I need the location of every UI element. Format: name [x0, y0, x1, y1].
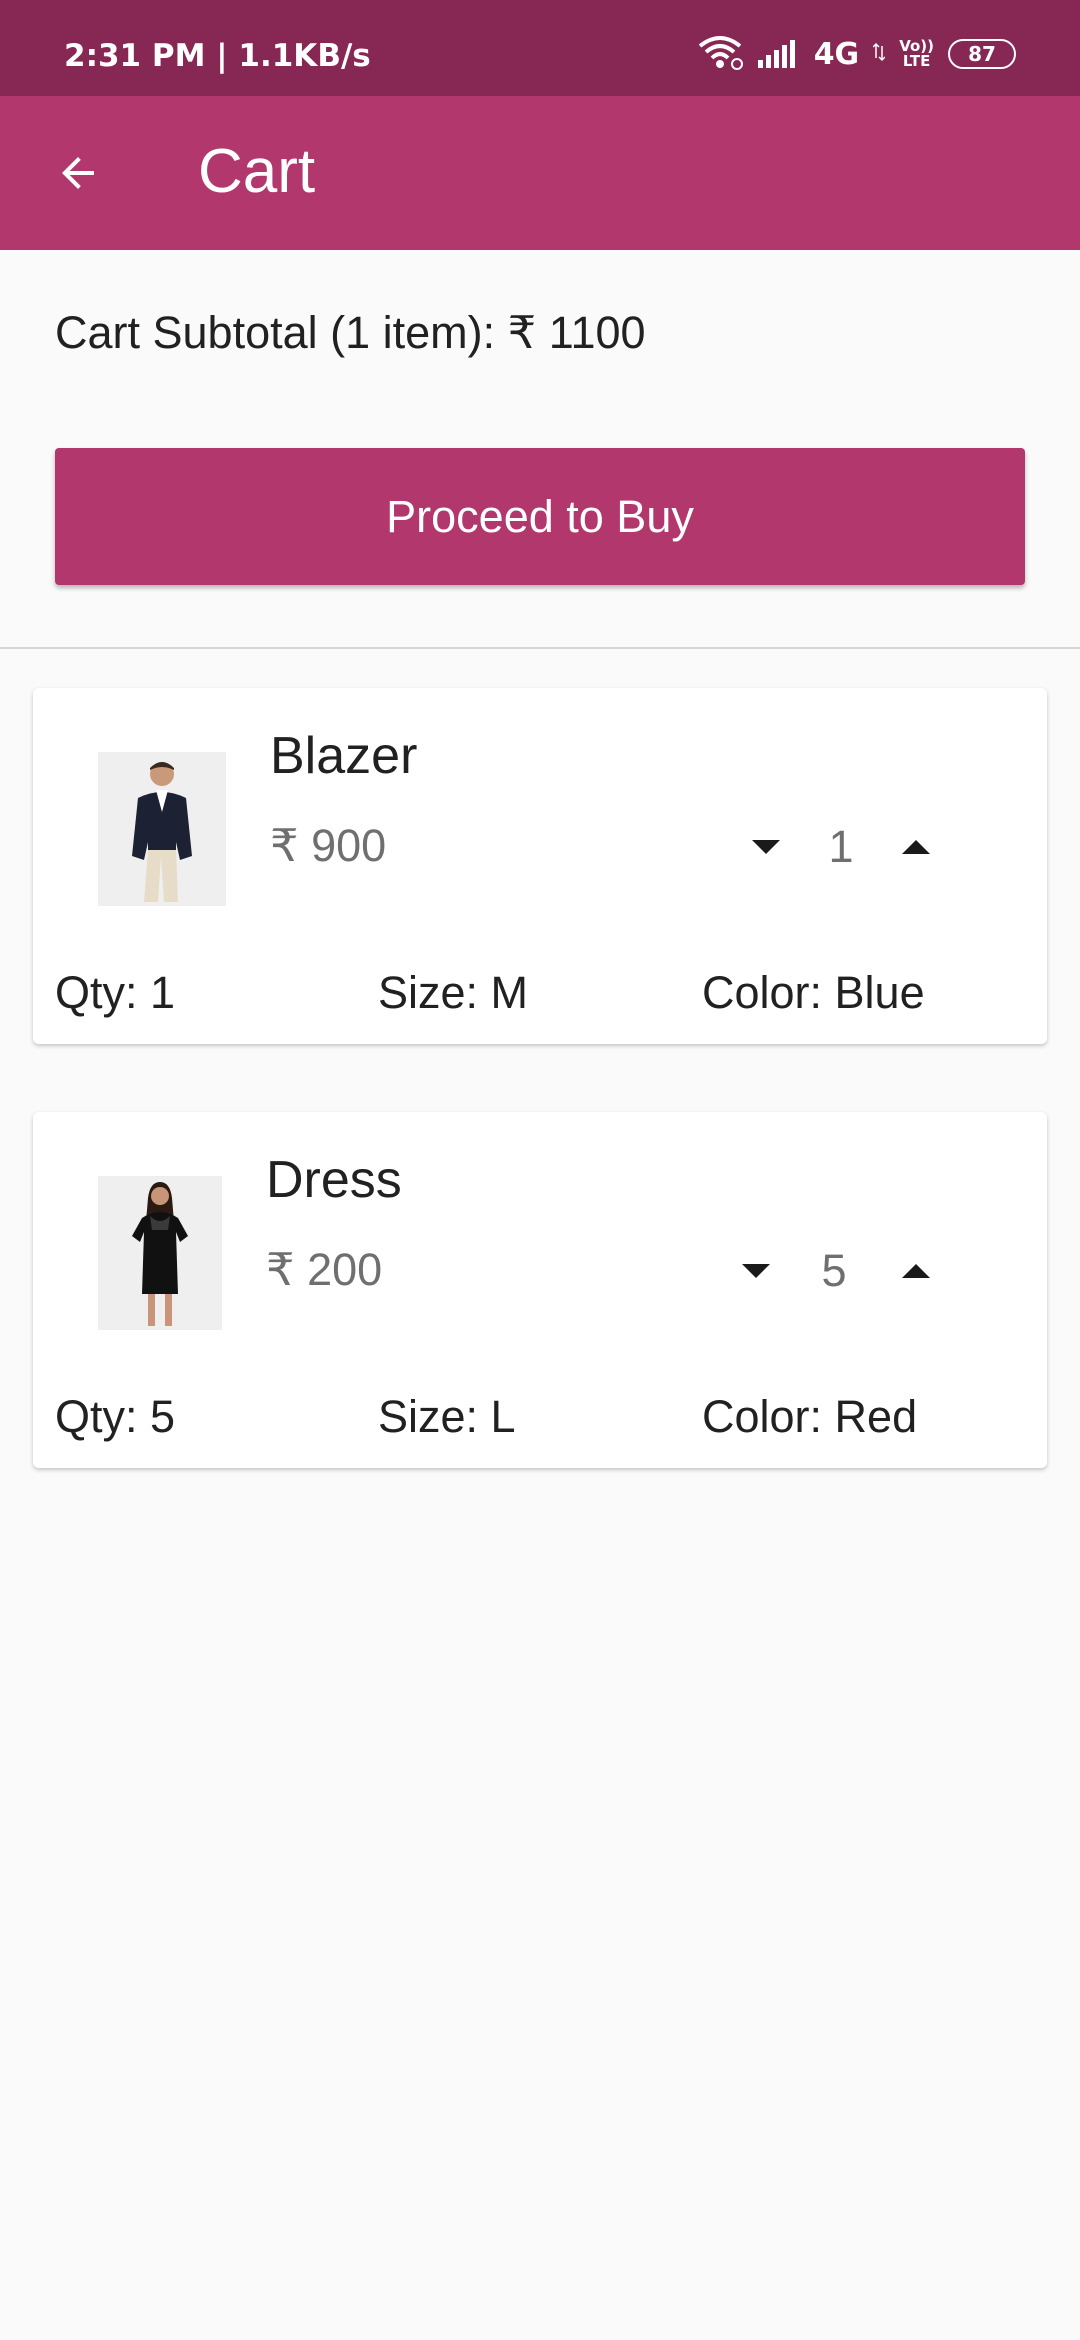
blazer-product-image [98, 752, 226, 906]
product-name: Dress [266, 1151, 402, 1209]
qty-increase-button[interactable] [881, 812, 951, 882]
arrow-back-icon [62, 157, 94, 189]
qty-label: Qty: 1 [55, 967, 176, 1018]
arrow-drop-down-icon [742, 1264, 770, 1278]
app-bar [0, 96, 1080, 250]
qty-label: Qty: 5 [55, 1391, 176, 1442]
page-title: Cart [198, 137, 316, 206]
status-bar: 2:31 PM | 1.1KB/s 4G Vo)) LTE 87 [0, 0, 1080, 96]
size-label: Size: L [378, 1391, 516, 1442]
qty-decrease-button[interactable] [731, 812, 801, 882]
status-time: 2:31 PM | 1.1KB/s [64, 38, 371, 74]
proceed-to-buy-button[interactable]: Proceed to Buy [55, 448, 1025, 585]
volte-indicator: Vo)) LTE [899, 37, 934, 70]
dress-product-image [98, 1176, 222, 1330]
wifi-icon [696, 34, 744, 75]
data-arrows-icon [872, 42, 886, 67]
arrow-drop-up-icon [902, 1264, 930, 1278]
color-label: Color: Red [702, 1391, 918, 1442]
product-price: ₹ 200 [266, 1244, 383, 1295]
cart-item-card: Dress ₹ 200 5 Qty: 5 Size: L Color: Red [33, 1112, 1047, 1468]
size-label: Size: M [378, 967, 529, 1018]
color-label: Color: Blue [702, 967, 925, 1018]
signal-icon [757, 36, 800, 73]
product-price: ₹ 900 [270, 820, 387, 871]
qty-value: 1 [828, 821, 854, 872]
back-button[interactable] [38, 133, 118, 213]
arrow-drop-up-icon [902, 840, 930, 854]
cart-item-card: Blazer ₹ 900 1 Qty: 1 Size: M Color: Blu… [33, 688, 1047, 1044]
qty-value: 5 [821, 1245, 847, 1296]
qty-increase-button[interactable] [881, 1236, 951, 1306]
network-type: 4G [813, 36, 860, 72]
divider [0, 647, 1080, 649]
arrow-drop-down-icon [752, 840, 780, 854]
status-icons: 4G Vo)) LTE 87 [696, 34, 1016, 74]
cart-subtotal: Cart Subtotal (1 item): ₹ 1100 [55, 307, 646, 358]
battery-icon: 87 [948, 39, 1016, 69]
product-name: Blazer [270, 727, 418, 785]
qty-decrease-button[interactable] [721, 1236, 791, 1306]
